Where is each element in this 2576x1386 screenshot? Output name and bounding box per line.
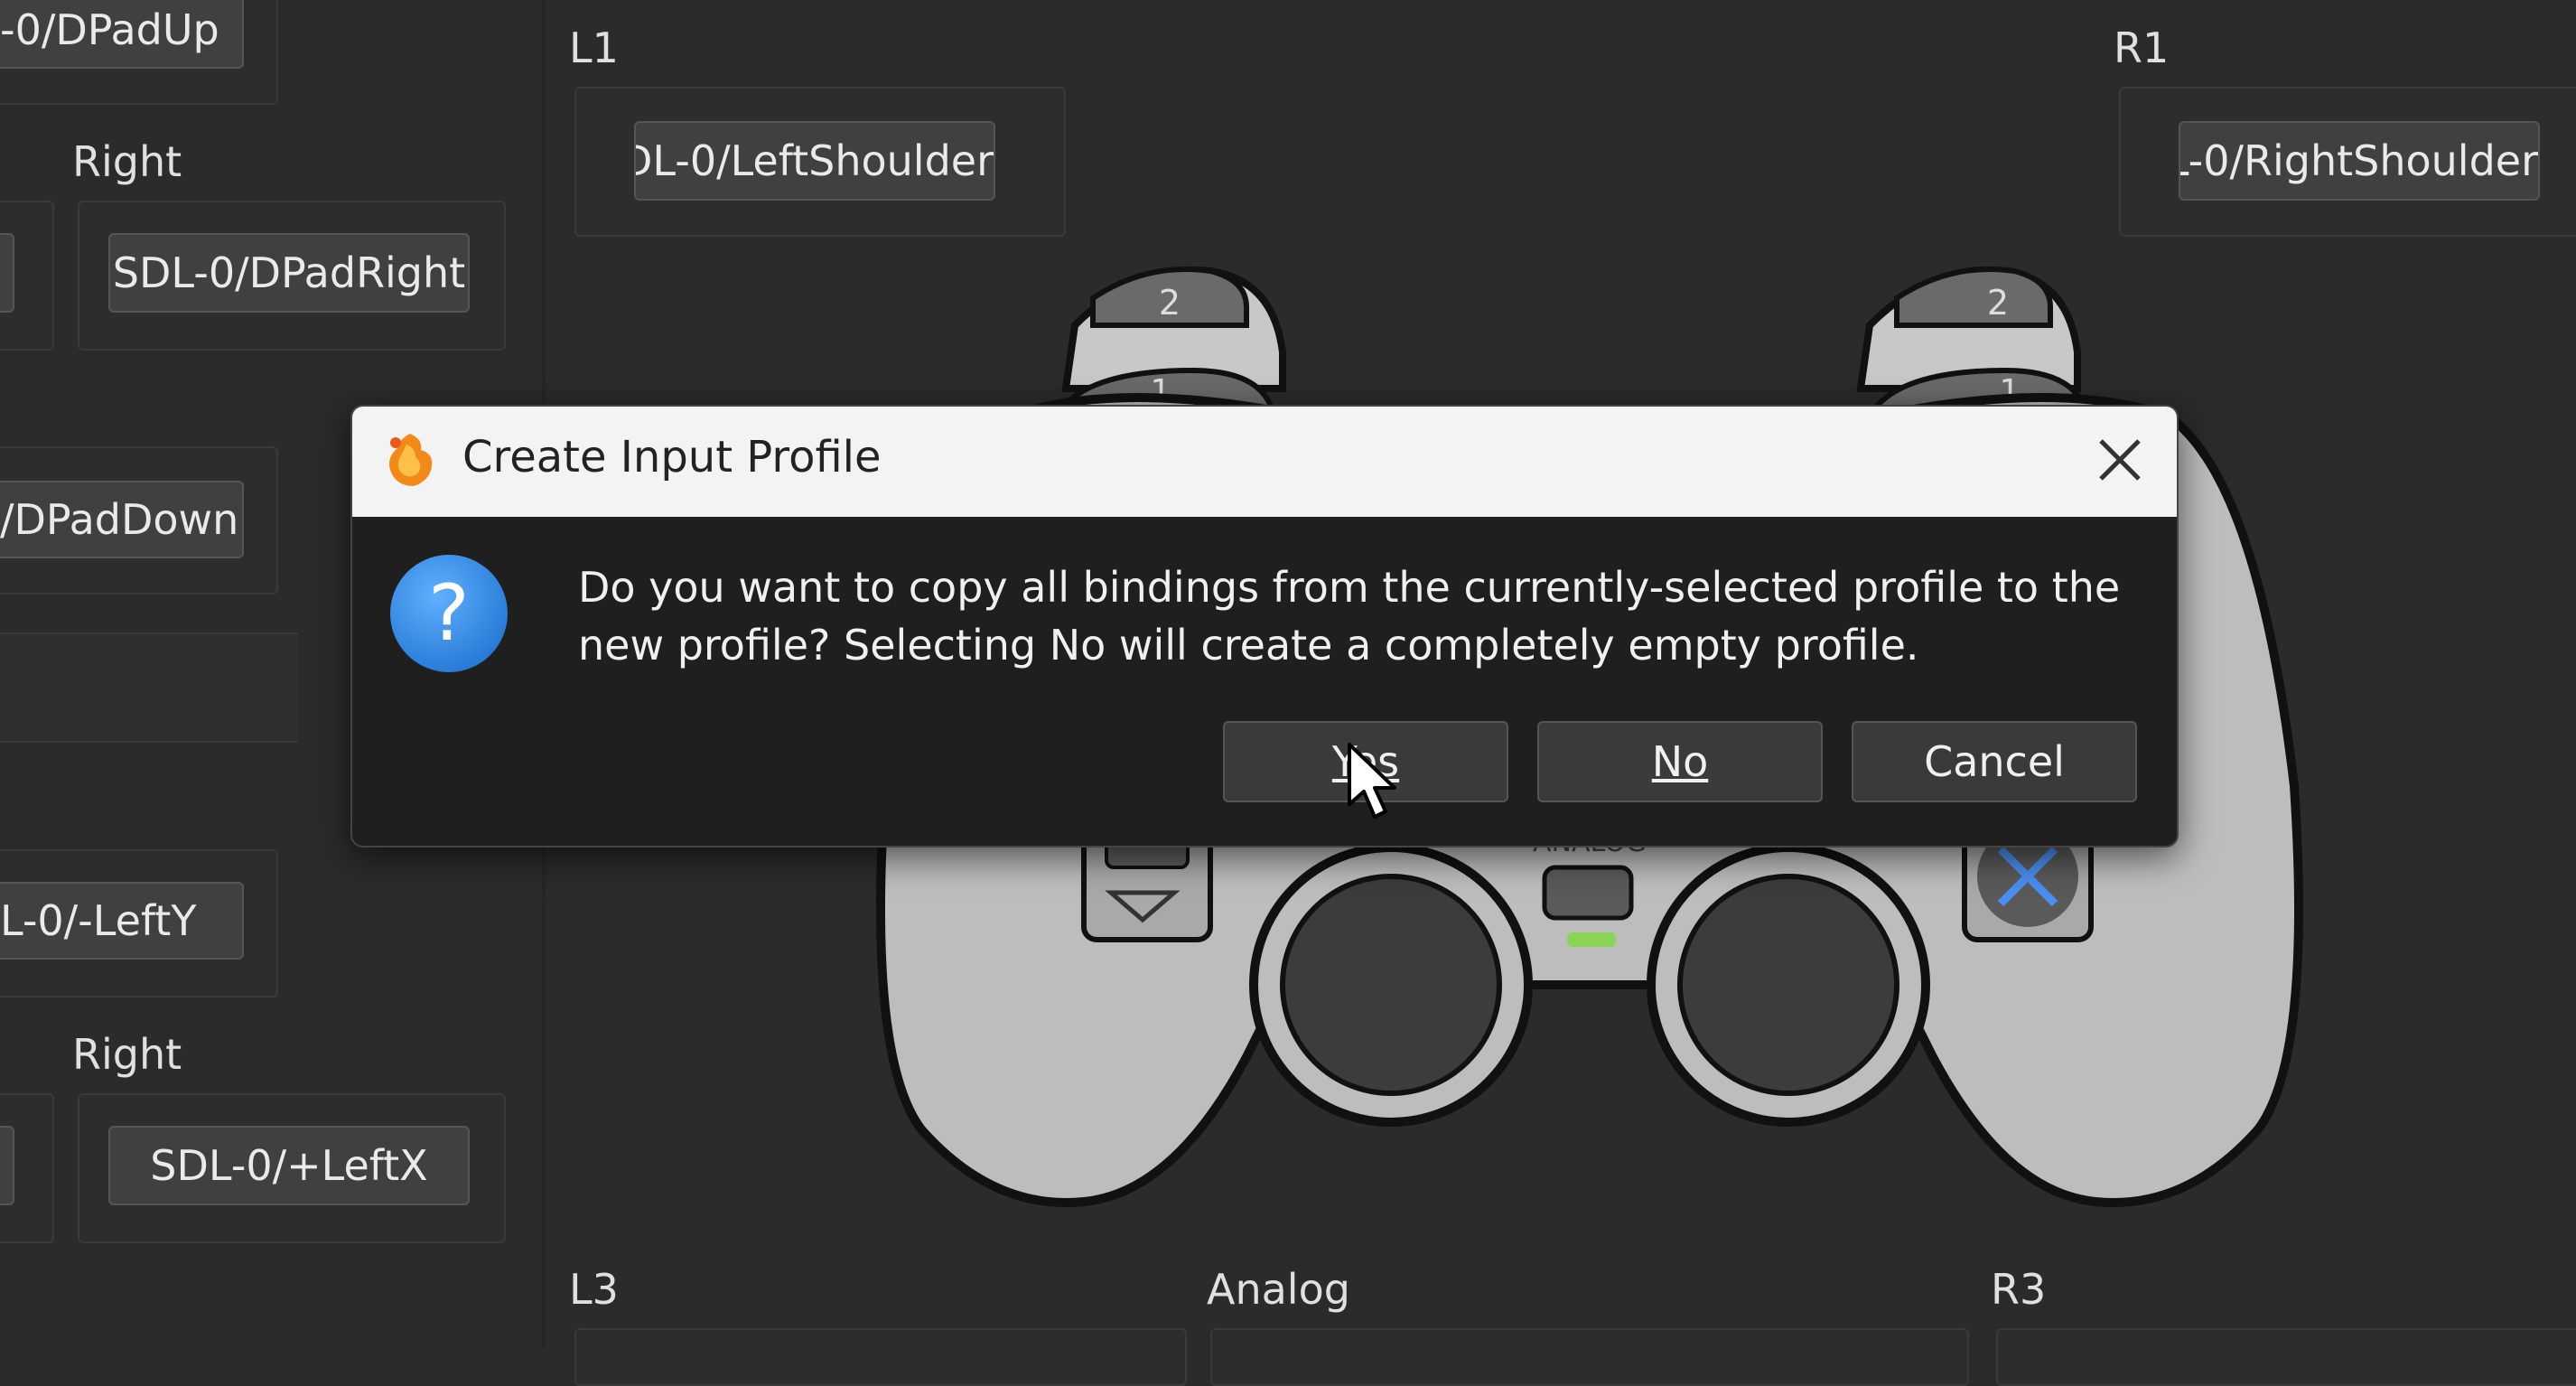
no-button[interactable]: No [1537, 721, 1823, 802]
r1-binding-button[interactable]: SDL-0/RightShoulder [2179, 121, 2540, 201]
r3-label: R3 [1991, 1265, 2047, 1314]
dialog-message: Do you want to copy all bindings from th… [578, 563, 2121, 670]
analog-label: Analog [1207, 1265, 1350, 1314]
mouse-cursor-icon [1348, 743, 1396, 819]
right-label-stick: Right [72, 1030, 182, 1079]
right-label-dpad: Right [72, 137, 182, 186]
create-input-profile-dialog: Create Input Profile ? Do you want to co… [350, 405, 2179, 848]
question-icon: ? [390, 555, 508, 672]
close-icon[interactable] [2088, 428, 2151, 492]
l2-mark: 2 [1159, 283, 1181, 323]
l3-label: L3 [569, 1265, 619, 1314]
r3-group [1996, 1328, 2576, 1386]
left-y-binding-button[interactable]: L-0/-LeftY [0, 882, 244, 960]
app-logo-icon [389, 434, 433, 486]
left-x-binding-button[interactable]: SDL-0/+LeftX [108, 1126, 470, 1205]
l1-label: L1 [569, 23, 619, 72]
l3-group [574, 1328, 1187, 1386]
dpad-down-binding-button[interactable]: /DPadDown [0, 481, 244, 558]
l1-binding-button[interactable]: SDL-0/LeftShoulder [634, 121, 995, 201]
dpad-right-binding-button[interactable]: SDL-0/DPadRight [108, 233, 470, 313]
dpad-up-binding-button[interactable]: -0/DPadUp [0, 0, 244, 69]
left-x-neg-binding-button[interactable] [0, 1126, 14, 1205]
dialog-title: Create Input Profile [462, 432, 882, 482]
r1-label: R1 [2114, 23, 2170, 72]
r2-mark: 2 [1987, 283, 2009, 323]
left-panel-divider [0, 632, 298, 743]
dpad-left-binding-button[interactable] [0, 233, 14, 313]
analog-group [1210, 1328, 1969, 1386]
cancel-button[interactable]: Cancel [1852, 721, 2137, 802]
dialog-titlebar: Create Input Profile [352, 407, 2177, 517]
